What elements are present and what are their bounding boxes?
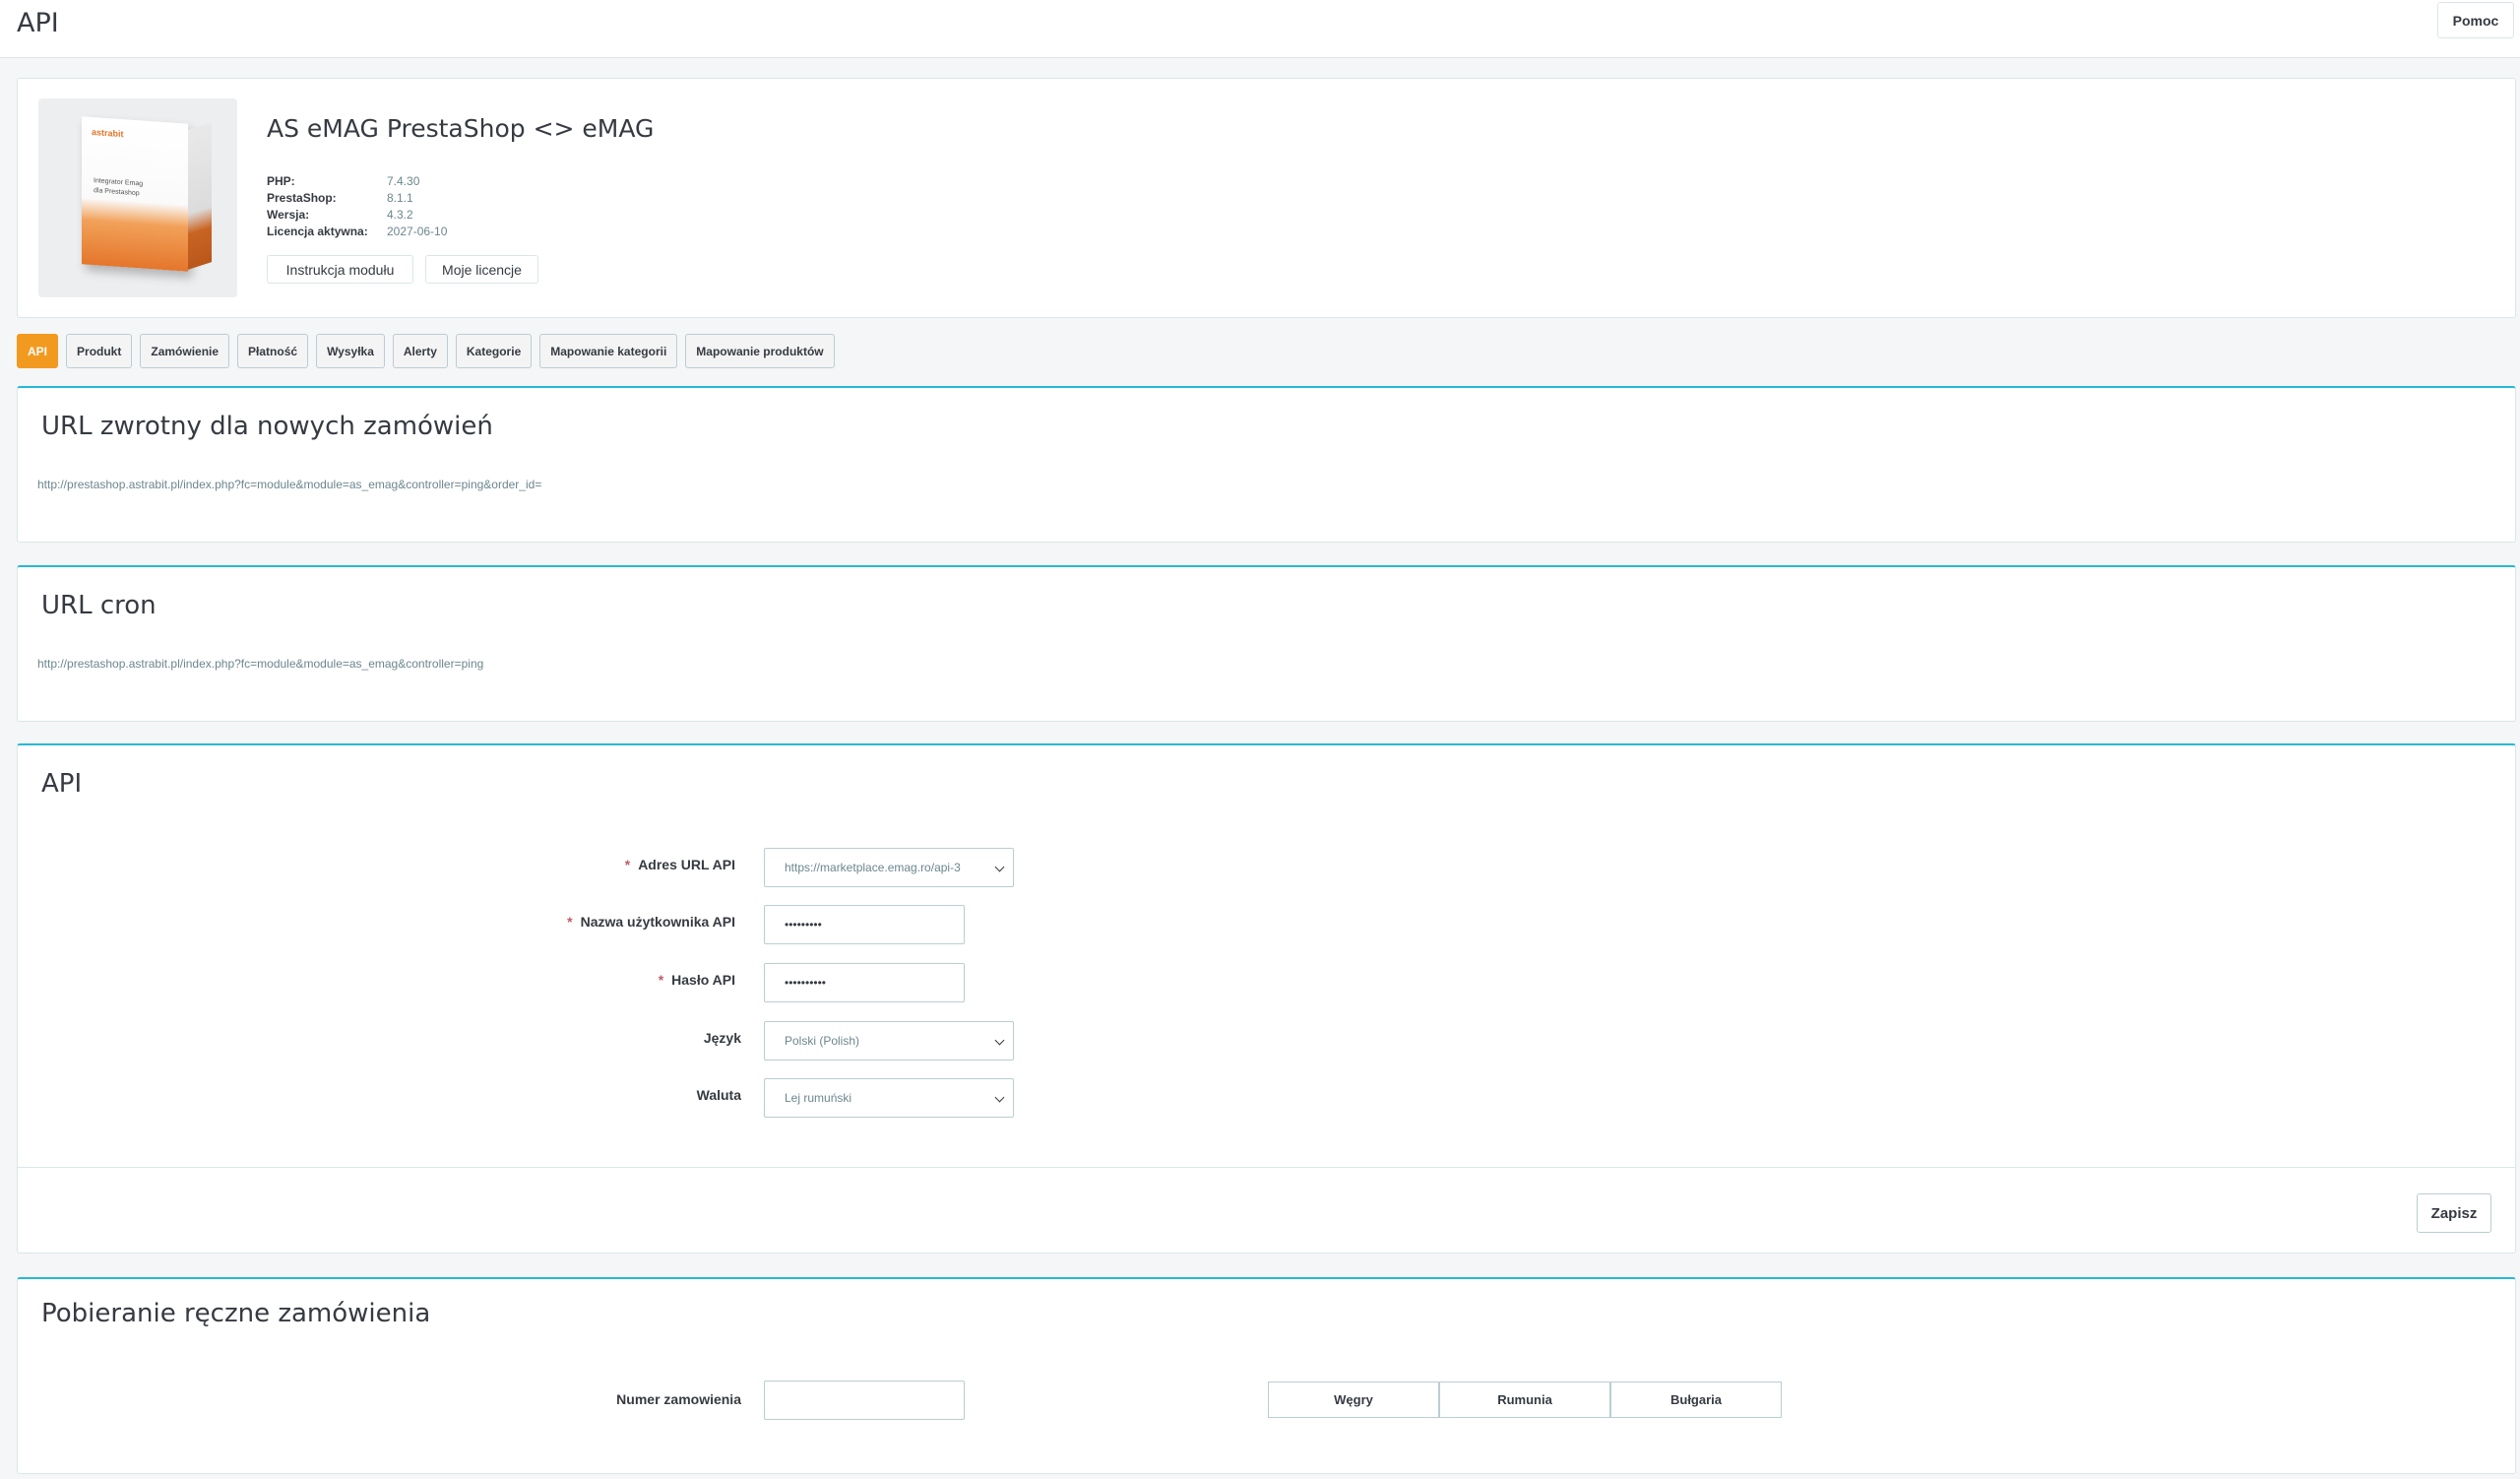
manual-fetch-title: Pobieranie ręczne zamówienia	[41, 1299, 431, 1328]
info-label: Wersja:	[267, 208, 310, 222]
help-button[interactable]: Pomoc	[2437, 2, 2514, 38]
tab-order[interactable]: Zamówienie	[140, 334, 230, 368]
info-label: PHP:	[267, 174, 295, 188]
info-value: 8.1.1	[387, 191, 413, 205]
box-side	[188, 122, 212, 270]
info-value: 7.4.30	[387, 174, 420, 188]
api-password-label: * Hasło API	[659, 972, 735, 988]
order-number-label: Numer zamowienia	[616, 1391, 741, 1407]
module-info-panel: astrabit Integrator Emag dla Prestashop …	[17, 78, 2516, 318]
selected-value: Lej rumuński	[785, 1091, 852, 1105]
api-section-title: API	[41, 769, 83, 799]
currency-select[interactable]: Lej rumuński	[764, 1078, 1014, 1118]
return-url-value: http://prestashop.astrabit.pl/index.php?…	[37, 478, 542, 491]
cron-url-value: http://prestashop.astrabit.pl/index.php?…	[37, 657, 484, 671]
required-asterisk: *	[624, 857, 631, 872]
box-front: astrabit Integrator Emag dla Prestashop	[82, 116, 188, 272]
currency-label: Waluta	[696, 1087, 741, 1103]
tab-api[interactable]: API	[17, 334, 59, 368]
info-label: PrestaShop:	[267, 191, 337, 205]
selected-value: Polski (Polish)	[785, 1034, 860, 1048]
masked-value: •••••••••	[785, 918, 822, 932]
save-button[interactable]: Zapisz	[2417, 1193, 2491, 1233]
label-text: Adres URL API	[638, 857, 735, 872]
module-box-image: astrabit Integrator Emag dla Prestashop	[38, 98, 237, 297]
tab-alerts[interactable]: Alerty	[392, 334, 448, 368]
country-button-hungary[interactable]: Węgry	[1268, 1382, 1439, 1418]
module-info-table: PHP: 7.4.30 PrestaShop: 8.1.1 Wersja: 4.…	[267, 173, 447, 240]
module-instructions-button[interactable]: Instrukcja modułu	[267, 255, 413, 284]
box-caption-line: dla Prestashop	[94, 187, 140, 198]
chevron-down-icon	[994, 862, 1005, 872]
language-label: Język	[703, 1030, 741, 1046]
tab-category-mapping[interactable]: Mapowanie kategorii	[539, 334, 678, 368]
tab-payment[interactable]: Płatność	[237, 334, 309, 368]
info-value: 4.3.2	[387, 208, 413, 222]
page-header: API Pomoc	[0, 0, 2520, 58]
module-name: AS eMAG PrestaShop <> eMAG	[267, 114, 655, 143]
api-settings-panel: API * Adres URL API https://marketplace.e…	[17, 743, 2516, 1254]
api-password-input[interactable]: ••••••••••	[764, 963, 965, 1002]
info-value: 2027-06-10	[387, 225, 448, 238]
tab-categories[interactable]: Kategorie	[455, 334, 533, 368]
box-brand-logo: astrabit	[92, 126, 124, 140]
page-title: API	[17, 8, 59, 38]
info-row-prestashop: PrestaShop: 8.1.1	[267, 190, 447, 207]
info-row-license: Licencja aktywna: 2027-06-10	[267, 224, 447, 240]
info-row-version: Wersja: 4.3.2	[267, 207, 447, 224]
return-url-title: URL zwrotny dla nowych zamówień	[41, 412, 493, 441]
country-button-bulgaria[interactable]: Bułgaria	[1610, 1382, 1782, 1418]
api-url-select[interactable]: https://marketplace.emag.ro/api-3	[764, 848, 1014, 887]
tab-product[interactable]: Produkt	[66, 334, 133, 368]
masked-value: ••••••••••	[785, 976, 827, 990]
api-url-label: * Adres URL API	[625, 857, 735, 872]
config-tabs: API Produkt Zamówienie Płatność Wysyłka …	[17, 334, 835, 368]
panel-footer: Zapisz	[18, 1167, 2515, 1254]
box-caption: Integrator Emag dla Prestashop	[94, 176, 143, 200]
api-username-input[interactable]: •••••••••	[764, 905, 965, 944]
cron-url-panel: URL cron http://prestashop.astrabit.pl/i…	[17, 565, 2516, 722]
info-row-php: PHP: 7.4.30	[267, 173, 447, 190]
tab-product-mapping[interactable]: Mapowanie produktów	[685, 334, 835, 368]
required-asterisk: *	[658, 972, 664, 988]
api-user-label: * Nazwa użytkownika API	[567, 914, 735, 930]
my-licenses-button[interactable]: Moje licencje	[425, 255, 538, 284]
manual-fetch-panel: Pobieranie ręczne zamówienia Numer zamow…	[17, 1277, 2516, 1474]
chevron-down-icon	[994, 1035, 1005, 1046]
required-asterisk: *	[567, 914, 573, 930]
info-label: Licencja aktywna:	[267, 225, 368, 238]
return-url-panel: URL zwrotny dla nowych zamówień http://p…	[17, 386, 2516, 543]
label-text: Nazwa użytkownika API	[580, 914, 735, 930]
cron-url-title: URL cron	[41, 591, 157, 620]
language-select[interactable]: Polski (Polish)	[764, 1021, 1014, 1061]
tab-shipping[interactable]: Wysyłka	[316, 334, 385, 368]
label-text: Hasło API	[671, 972, 735, 988]
country-button-romania[interactable]: Rumunia	[1439, 1382, 1610, 1418]
selected-value: https://marketplace.emag.ro/api-3	[785, 861, 961, 874]
chevron-down-icon	[994, 1092, 1005, 1103]
order-number-input[interactable]	[764, 1381, 965, 1420]
